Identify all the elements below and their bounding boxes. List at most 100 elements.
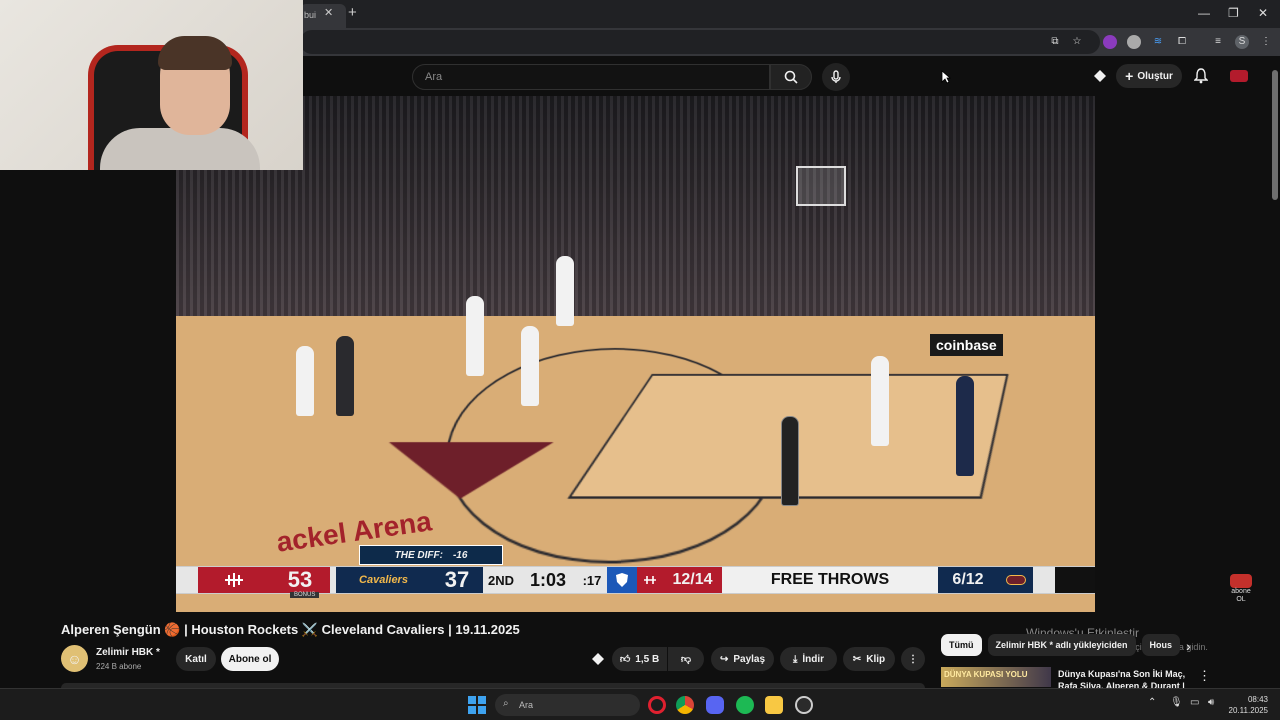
chevron-right-icon[interactable]: ›	[1186, 638, 1191, 654]
player	[296, 346, 314, 416]
recommended-more-icon[interactable]: ⋮	[1198, 668, 1211, 684]
referee	[781, 416, 799, 506]
search-button[interactable]	[770, 64, 812, 90]
diff-value: -16	[452, 549, 468, 561]
recommended-title[interactable]: Dünya Kupası'na Son İki Maç, Rafa Silva,…	[1058, 668, 1193, 688]
join-button[interactable]: Katıl	[176, 647, 216, 671]
watermark-label: abone OL	[1231, 588, 1251, 603]
network-icon[interactable]: ▭	[1190, 697, 1199, 708]
page-scrollbar[interactable]	[1272, 70, 1278, 200]
taskbar-search[interactable]: ⌕ Ara	[495, 694, 640, 716]
extensions-puzzle-icon[interactable]: ⧠	[1175, 35, 1189, 49]
tray-chevron-icon[interactable]: ⌃	[1148, 697, 1156, 708]
mouse-cursor-icon	[941, 70, 951, 84]
share-icon: ↪	[719, 653, 729, 665]
premium-icon[interactable]	[1090, 66, 1110, 86]
search-icon	[784, 70, 798, 84]
basketball-hoop	[796, 166, 846, 206]
premium-share-icon[interactable]	[591, 652, 607, 668]
away-score: 37	[431, 567, 483, 593]
dislike-button[interactable]: 👎︎	[668, 647, 704, 671]
home-score: 53	[270, 567, 330, 593]
opera-icon[interactable]	[648, 696, 666, 714]
streamer-torso	[100, 128, 260, 170]
chip-houston[interactable]: Hous	[1141, 634, 1181, 656]
taskbar-clock[interactable]: 08:43 20.11.2025	[1228, 694, 1268, 716]
player	[521, 326, 539, 406]
subscribe-watermark-button[interactable]: abone OL	[1228, 574, 1254, 604]
minimize-button[interactable]: —	[1198, 6, 1210, 20]
sponsor-board: coinbase	[930, 334, 1003, 356]
scissors-icon: ✂	[852, 653, 862, 665]
restore-button[interactable]: ❐	[1228, 6, 1239, 20]
video-player[interactable]: coinbase ackel Arena	[176, 96, 1095, 612]
cavs-small-logo-icon	[998, 567, 1033, 593]
video-title: Alperen Şengün 🏀 | Houston Rockets ⚔️ Cl…	[61, 622, 520, 637]
windows-start-icon[interactable]	[468, 696, 486, 714]
spotify-icon[interactable]	[736, 696, 754, 714]
thumbs-down-icon: 👎︎	[680, 654, 692, 665]
more-actions-button[interactable]: ⋮	[901, 647, 925, 671]
period: 2ND	[483, 567, 519, 593]
rockets-logo-icon	[198, 567, 270, 593]
download-button[interactable]: ⤓ İndir	[780, 647, 837, 671]
game-clock: 1:03	[519, 567, 577, 593]
extension-icon-2[interactable]	[1127, 35, 1141, 49]
subscribe-button[interactable]: Abone ol	[221, 647, 279, 671]
like-button[interactable]: 👍︎ 1,5 B	[612, 647, 667, 671]
search-input[interactable]	[413, 65, 769, 89]
clip-label: Klip	[866, 653, 886, 665]
tab-title: bui	[304, 10, 317, 20]
video-crowd	[176, 96, 1095, 346]
extension-icon-3[interactable]: ≋	[1151, 35, 1165, 49]
chip-from-uploader[interactable]: Zelimir HBK * adlı yükleyiciden	[987, 634, 1136, 656]
address-bar[interactable]	[300, 30, 1100, 54]
share-button[interactable]: ↪ Paylaş	[711, 647, 774, 671]
rockets-small-logo-icon	[637, 567, 663, 593]
thumbs-up-icon: 👍︎	[619, 654, 631, 665]
steam-icon[interactable]	[795, 696, 813, 714]
home-free-throws: 12/14	[663, 567, 722, 593]
close-window-button[interactable]: ✕	[1258, 6, 1268, 20]
microphone-icon	[831, 70, 841, 83]
subscriber-count: 224 B abone	[96, 662, 142, 671]
create-button[interactable]: + Oluştur	[1116, 64, 1182, 88]
fanduel-logo-icon	[607, 567, 637, 593]
account-avatar[interactable]	[1229, 66, 1249, 86]
shot-clock: :17	[577, 567, 607, 593]
recommended-thumbnail[interactable]: DÜNYA KUPASI YOLU	[941, 667, 1051, 687]
voice-search-button[interactable]	[822, 63, 850, 91]
share-label: Paylaş	[733, 653, 766, 665]
chip-all[interactable]: Tümü	[941, 634, 982, 656]
new-tab-button[interactable]: +	[348, 4, 357, 21]
player	[871, 356, 889, 446]
install-app-icon[interactable]: ⧉	[1048, 35, 1062, 49]
streamer-hair	[158, 36, 232, 70]
file-explorer-icon[interactable]	[765, 696, 783, 714]
scoreboard: 53 Cavaliers 37 2ND 1:03 :17 12/14 FREE …	[176, 566, 1095, 594]
browser-menu-icon[interactable]: ⋮	[1259, 35, 1273, 49]
microphone-tray-icon[interactable]: 🎙︎	[1170, 697, 1183, 708]
plus-icon: +	[1125, 68, 1134, 84]
clip-button[interactable]: ✂ Klip	[843, 647, 895, 671]
tab-close-icon[interactable]: ✕	[324, 6, 333, 19]
browser-tab[interactable]: bui	[300, 4, 346, 28]
extension-icon-1[interactable]	[1103, 35, 1117, 49]
windows-taskbar: ⌕ Ara ⌃ 🎙︎ ▭ 🔊︎ 08:43 20.11.2025	[0, 688, 1280, 720]
create-label: Oluştur	[1137, 70, 1173, 82]
channel-name[interactable]: Zelimir HBK *	[96, 647, 160, 658]
score-diff-banner: THE DIFF: -16	[359, 545, 503, 565]
profile-avatar[interactable]: S	[1235, 35, 1249, 49]
discord-icon[interactable]	[706, 696, 724, 714]
bookmark-star-icon[interactable]: ☆	[1070, 35, 1084, 49]
chrome-icon[interactable]	[676, 696, 694, 714]
webcam-overlay	[0, 0, 303, 170]
player	[336, 336, 354, 416]
diff-label: THE DIFF:	[394, 549, 443, 561]
volume-icon[interactable]: 🔊︎	[1208, 697, 1214, 708]
media-control-icon[interactable]: ≡	[1211, 35, 1225, 49]
youtube-logo-icon	[1230, 574, 1252, 588]
download-icon: ⤓	[792, 653, 798, 665]
notifications-bell-icon[interactable]	[1191, 66, 1211, 86]
channel-avatar[interactable]: ☺	[61, 645, 88, 672]
